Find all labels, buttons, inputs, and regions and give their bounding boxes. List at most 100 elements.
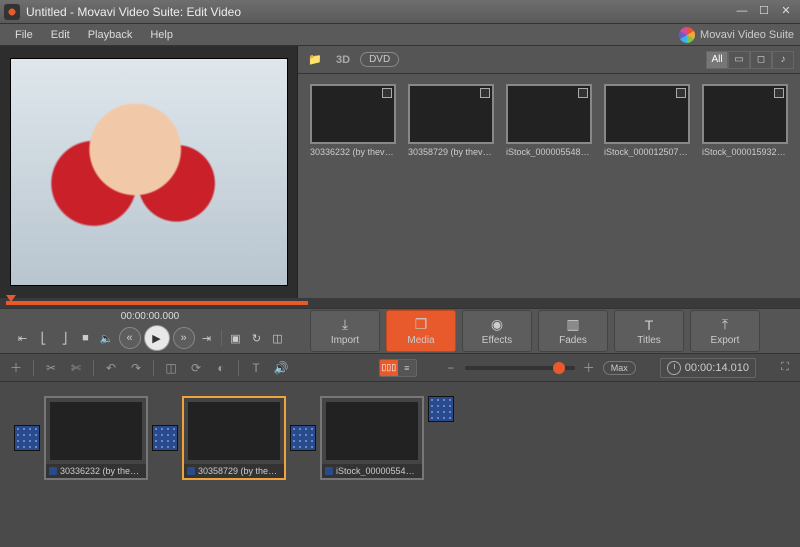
titles-icon: T	[645, 317, 654, 333]
view-image-icon[interactable]: ◻	[750, 51, 772, 69]
tab-fades[interactable]: ▥Fades	[538, 310, 608, 352]
menu-help[interactable]: Help	[141, 27, 182, 43]
undo-icon[interactable]: ↶	[101, 358, 121, 378]
cut-icon[interactable]: ✄	[66, 358, 86, 378]
menu-file[interactable]: File	[6, 27, 42, 43]
zoom-out-icon[interactable]: −	[441, 358, 461, 378]
fades-icon: ▥	[566, 316, 579, 333]
duration-readout: 00:00:14.010	[660, 358, 756, 378]
audio-tool-icon[interactable]: 🔊	[271, 358, 291, 378]
thumb-label: 30358729 (by thevasy...	[408, 147, 494, 157]
stop-icon[interactable]: ■	[77, 329, 95, 347]
preview-image[interactable]	[10, 58, 288, 286]
mark-in-icon[interactable]: ⎣	[35, 329, 53, 347]
3d-toggle[interactable]: 3D	[332, 54, 354, 66]
playhead-icon[interactable]	[6, 295, 16, 302]
media-toolbar: 📁 3D DVD All ▭ ◻ ♪	[298, 46, 800, 74]
brand: Movavi Video Suite	[679, 27, 794, 43]
zoom-in-icon[interactable]: ＋	[579, 358, 599, 378]
zoom-control: − ＋ Max	[441, 358, 636, 378]
clip-image	[322, 398, 422, 464]
storyboard-clip[interactable]: iStock_000005548891...	[286, 396, 424, 480]
storyboard-view-icon[interactable]: ▯▯▯	[380, 360, 398, 376]
fullscreen-icon[interactable]: ⛶	[776, 359, 794, 377]
transition-slot[interactable]	[290, 425, 316, 451]
thumb-badge-icon	[578, 88, 588, 98]
open-folder-icon[interactable]: 📁	[304, 51, 326, 69]
crop-icon[interactable]: ◫	[269, 329, 287, 347]
goto-start-icon[interactable]: ⇤	[14, 329, 32, 347]
thumb-image	[310, 84, 396, 144]
text-tool-icon[interactable]: T	[246, 358, 266, 378]
storyboard-clip[interactable]: 30358729 (by thevas...	[148, 396, 286, 480]
seek-bar[interactable]	[0, 298, 800, 308]
view-audio-icon[interactable]: ♪	[772, 51, 794, 69]
thumb-image	[702, 84, 788, 144]
view-video-icon[interactable]: ▭	[728, 51, 750, 69]
play-button[interactable]: ▶	[144, 325, 170, 351]
split-icon[interactable]: ✂	[41, 358, 61, 378]
mute-icon[interactable]: 🔈	[98, 329, 116, 347]
minimize-button[interactable]: —	[732, 5, 752, 19]
clip-label: iStock_000005548891...	[336, 466, 419, 476]
add-clip-icon[interactable]: ＋	[6, 358, 26, 378]
color-icon[interactable]: ◐	[211, 358, 231, 378]
clip-type-icon	[187, 467, 195, 475]
media-thumb[interactable]: iStock_000012507492L...	[602, 84, 692, 157]
rotate-icon[interactable]: ⟳	[186, 358, 206, 378]
timecode: 00:00:00.000	[121, 311, 179, 322]
prev-frame-icon[interactable]: «	[119, 327, 141, 349]
transition-slot[interactable]	[428, 396, 454, 422]
media-thumb[interactable]: 30358729 (by thevasy...	[406, 84, 496, 157]
snapshot-icon[interactable]: ▣	[227, 329, 245, 347]
app-icon	[4, 4, 20, 20]
loop-icon[interactable]: ↻	[248, 329, 266, 347]
media-panel: 📁 3D DVD All ▭ ◻ ♪ 30336232 (by thevasy.…	[298, 46, 800, 298]
goto-end-icon[interactable]: ⇥	[198, 329, 216, 347]
zoom-slider[interactable]	[465, 366, 575, 370]
media-thumb[interactable]: iStock_000005548891S...	[504, 84, 594, 157]
thumb-image	[506, 84, 592, 144]
tab-media[interactable]: ❐Media	[386, 310, 456, 352]
zoom-handle[interactable]	[553, 362, 565, 374]
media-thumb[interactable]: iStock_000015932031S...	[700, 84, 790, 157]
next-frame-icon[interactable]: »	[173, 327, 195, 349]
tab-export[interactable]: ⤒Export	[690, 310, 760, 352]
tab-effects[interactable]: ◉Effects	[462, 310, 532, 352]
zoom-max-button[interactable]: Max	[603, 361, 636, 375]
timeline-toolbar: ＋ ✂ ✄ ↶ ↷ ◫ ⟳ ◐ T 🔊 ▯▯▯ ≡ − ＋ Max 00:00:…	[0, 354, 800, 382]
clip-box[interactable]: 30358729 (by thevas...	[182, 396, 286, 480]
transition-slot[interactable]	[14, 425, 40, 451]
mark-out-icon[interactable]: ⎦	[56, 329, 74, 347]
export-icon: ⤒	[722, 316, 728, 333]
media-thumb[interactable]: 30336232 (by thevasy...	[308, 84, 398, 157]
media-icon: ❐	[415, 316, 428, 333]
tab-titles[interactable]: TTitles	[614, 310, 684, 352]
menu-playback[interactable]: Playback	[79, 27, 142, 43]
menu-edit[interactable]: Edit	[42, 27, 79, 43]
import-icon: ⤓	[342, 316, 348, 333]
transition-slot[interactable]	[152, 425, 178, 451]
view-all-button[interactable]: All	[706, 51, 728, 69]
maximize-button[interactable]: ☐	[754, 5, 774, 19]
thumb-image	[408, 84, 494, 144]
thumb-label: iStock_000012507492L...	[604, 147, 690, 157]
main-area: 📁 3D DVD All ▭ ◻ ♪ 30336232 (by thevasy.…	[0, 46, 800, 298]
clip-box[interactable]: iStock_000005548891...	[320, 396, 424, 480]
seek-track	[6, 301, 308, 305]
effects-icon: ◉	[491, 316, 503, 333]
window-title: Untitled - Movavi Video Suite: Edit Vide…	[26, 5, 730, 19]
thumb-badge-icon	[774, 88, 784, 98]
timeline-view-icon[interactable]: ≡	[398, 360, 416, 376]
thumb-label: 30336232 (by thevasy...	[310, 147, 396, 157]
clip-box[interactable]: 30336232 (by thevas...	[44, 396, 148, 480]
crop-tool-icon[interactable]: ◫	[161, 358, 181, 378]
tab-import[interactable]: ⤓Import	[310, 310, 380, 352]
mode-tabs: ⤓Import ❐Media ◉Effects ▥Fades TTitles ⤒…	[300, 310, 800, 352]
redo-icon[interactable]: ↷	[126, 358, 146, 378]
clip-type-icon	[49, 467, 57, 475]
storyboard[interactable]: 30336232 (by thevas... 30358729 (by theva…	[0, 382, 800, 547]
close-button[interactable]: ✕	[776, 5, 796, 19]
storyboard-clip[interactable]: 30336232 (by thevas...	[10, 396, 148, 480]
dvd-button[interactable]: DVD	[360, 52, 399, 67]
